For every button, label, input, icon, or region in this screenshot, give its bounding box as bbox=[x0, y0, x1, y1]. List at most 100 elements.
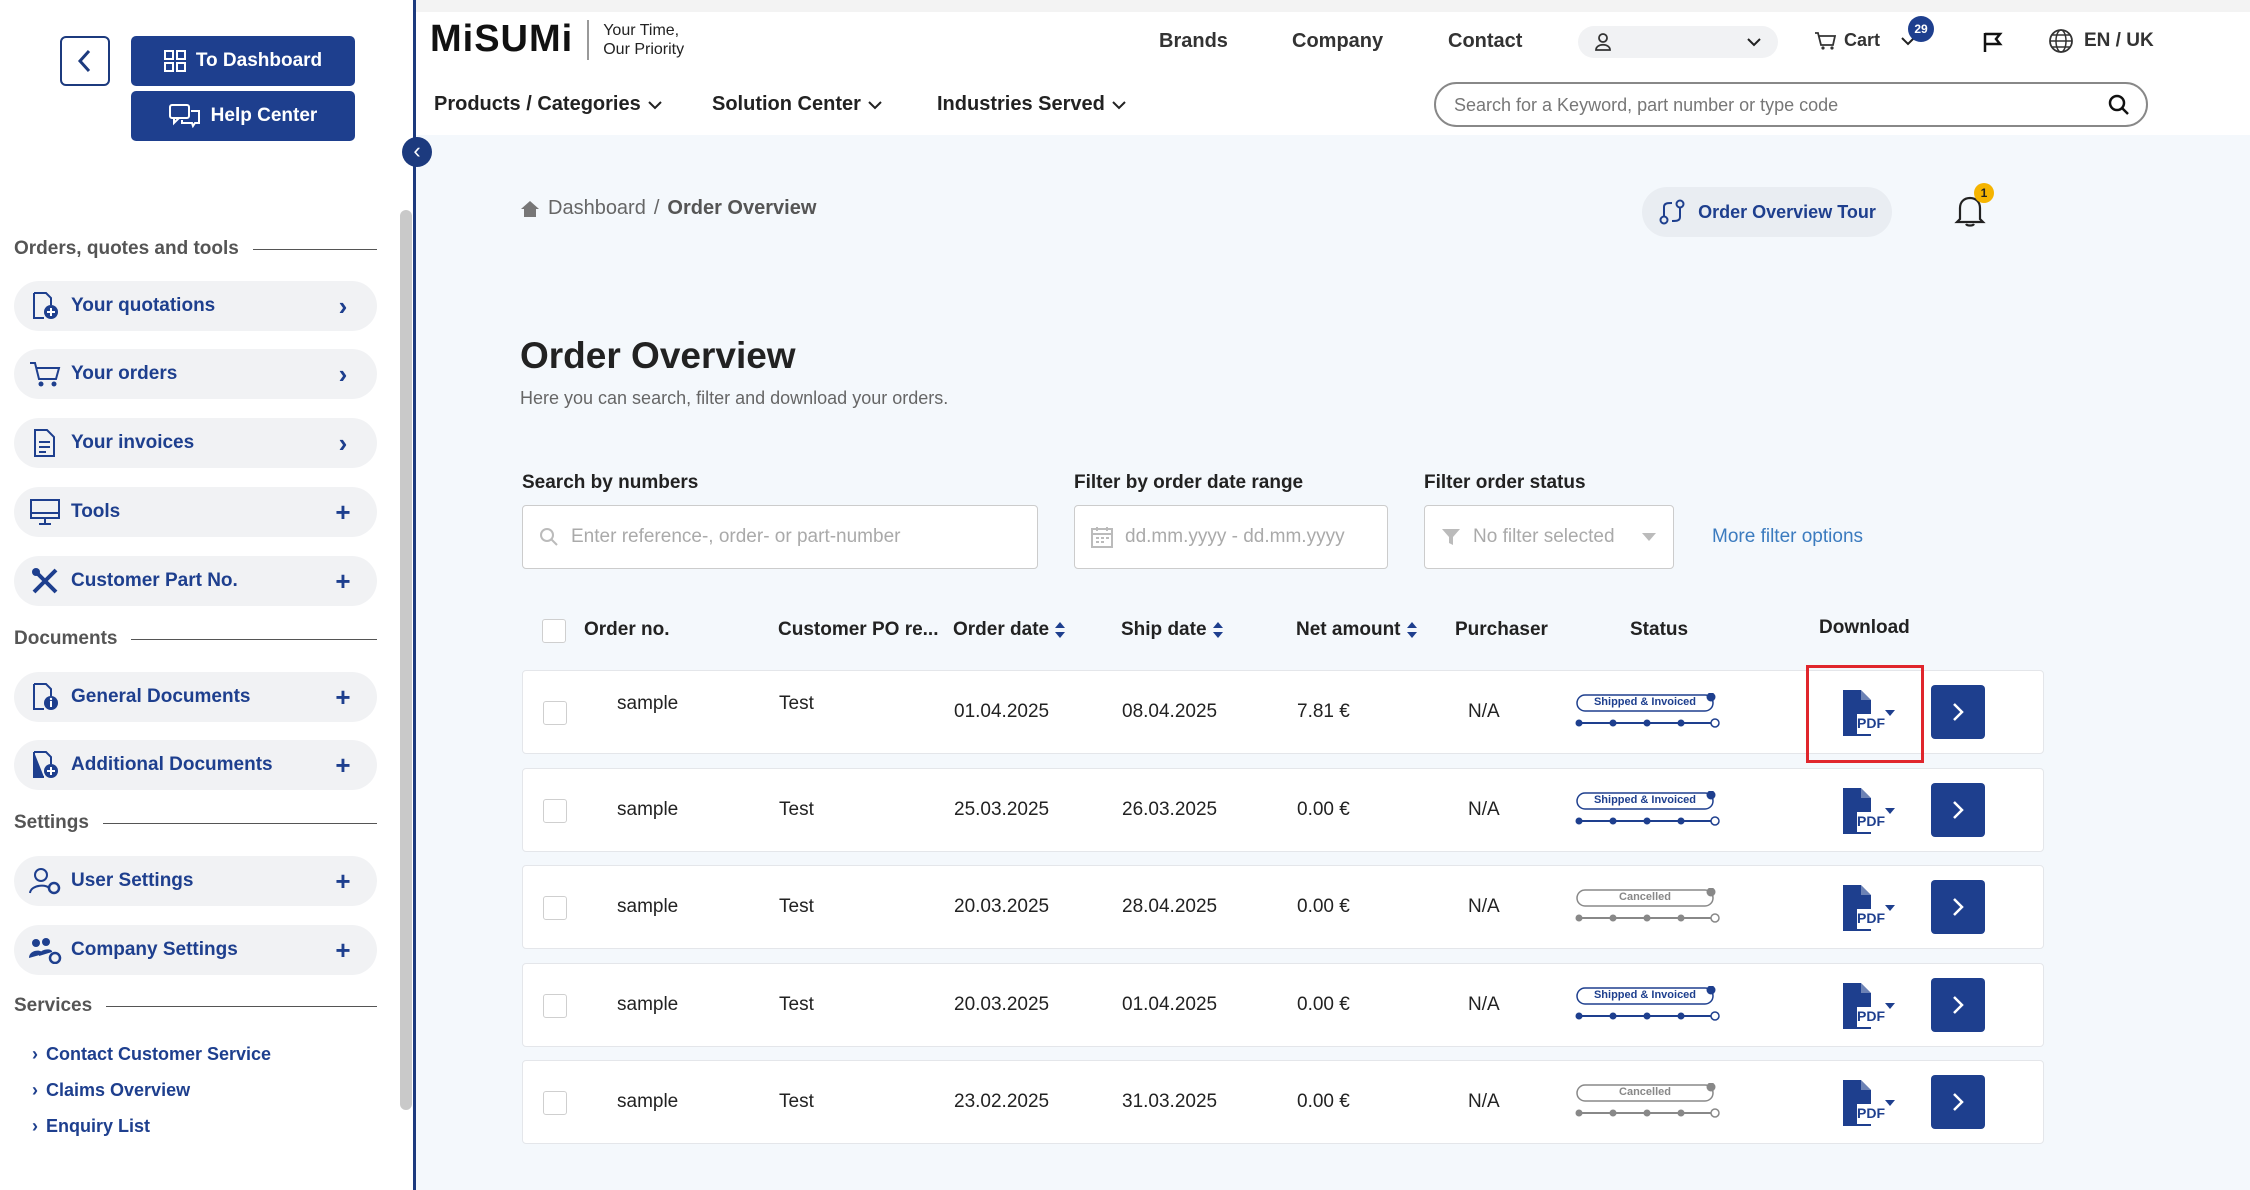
sidebar-item-invoices[interactable]: Your invoices › bbox=[14, 418, 377, 468]
cart-count-badge: 29 bbox=[1908, 16, 1934, 42]
cart-label: Cart bbox=[1844, 30, 1881, 50]
link-contact-customer-service[interactable]: › Contact Customer Service bbox=[32, 1044, 271, 1065]
pdf-label: PDF bbox=[1857, 1008, 1885, 1024]
cell-net-amount: 7.81 € bbox=[1297, 701, 1350, 722]
nav-brands[interactable]: Brands bbox=[1159, 30, 1228, 53]
notifications-button[interactable]: 1 bbox=[1954, 183, 1994, 232]
link-enquiry-list[interactable]: › Enquiry List bbox=[32, 1116, 150, 1137]
sidebar-scrollbar[interactable] bbox=[400, 210, 412, 1110]
status-filter-select[interactable]: No filter selected bbox=[1424, 505, 1674, 569]
back-button[interactable] bbox=[60, 36, 110, 86]
header-strip bbox=[416, 0, 2250, 12]
menu-industries-served[interactable]: Industries Served bbox=[937, 93, 1127, 116]
row-checkbox[interactable] bbox=[543, 799, 567, 823]
chevron-down-icon bbox=[648, 100, 662, 109]
to-dashboard-button[interactable]: To Dashboard bbox=[131, 36, 355, 86]
quotation-doc-icon bbox=[33, 292, 58, 319]
col-status[interactable]: Status bbox=[1630, 619, 1688, 641]
sidebar-item-company-settings[interactable]: Company Settings + bbox=[14, 925, 377, 975]
user-icon bbox=[1595, 33, 1611, 51]
flag-icon[interactable] bbox=[1982, 30, 2004, 54]
row-checkbox[interactable] bbox=[543, 994, 567, 1018]
sidebar-item-user-settings[interactable]: User Settings + bbox=[14, 856, 377, 906]
user-account-dropdown[interactable] bbox=[1578, 26, 1778, 58]
cell-order-no[interactable]: sample bbox=[617, 1091, 678, 1113]
row-checkbox[interactable] bbox=[543, 701, 567, 725]
table-row[interactable]: sample Test 23.02.2025 31.03.2025 0.00 €… bbox=[522, 1060, 2044, 1144]
cell-order-no[interactable]: sample bbox=[617, 994, 678, 1016]
status-indicator[interactable]: Shipped & Invoiced bbox=[1575, 790, 1720, 827]
help-center-button[interactable]: Help Center bbox=[131, 91, 355, 141]
sidebar-item-general-documents[interactable]: General Documents + bbox=[14, 672, 377, 722]
status-indicator[interactable]: Cancelled bbox=[1575, 887, 1720, 924]
pdf-download-button[interactable]: PDF bbox=[1839, 1078, 1899, 1128]
pdf-download-button[interactable]: PDF bbox=[1839, 981, 1899, 1031]
misumi-logo[interactable]: MiSUMi Your Time, Our Priority bbox=[430, 18, 684, 61]
plus-icon: + bbox=[335, 496, 351, 527]
row-checkbox[interactable] bbox=[543, 1091, 567, 1115]
table-row[interactable]: sample Test 20.03.2025 28.04.2025 0.00 €… bbox=[522, 865, 2044, 949]
select-all-checkbox[interactable] bbox=[542, 619, 566, 643]
link-claims-overview[interactable]: › Claims Overview bbox=[32, 1080, 190, 1101]
col-order-no[interactable]: Order no. bbox=[584, 619, 670, 641]
cell-net-amount: 0.00 € bbox=[1297, 896, 1350, 917]
pdf-download-button[interactable]: PDF bbox=[1839, 786, 1899, 836]
order-details-button[interactable] bbox=[1931, 685, 1985, 739]
nav-company[interactable]: Company bbox=[1292, 30, 1383, 53]
col-purchaser[interactable]: Purchaser bbox=[1455, 619, 1548, 641]
cell-net-amount: 0.00 € bbox=[1297, 994, 1350, 1015]
sidebar-item-tools[interactable]: Tools + bbox=[14, 487, 377, 537]
filter-funnel-icon bbox=[1442, 529, 1460, 545]
cell-order-no[interactable]: sample bbox=[617, 896, 678, 918]
more-filter-options-link[interactable]: More filter options bbox=[1712, 526, 1863, 548]
nav-contact[interactable]: Contact bbox=[1448, 30, 1522, 53]
menu-solution-center[interactable]: Solution Center bbox=[712, 93, 883, 116]
order-details-button[interactable] bbox=[1931, 880, 1985, 934]
sort-icon bbox=[1212, 622, 1223, 638]
row-checkbox[interactable] bbox=[543, 896, 567, 920]
menu-products-categories[interactable]: Products / Categories bbox=[434, 93, 663, 116]
order-overview-tour-button[interactable]: Order Overview Tour bbox=[1642, 187, 1892, 237]
chevron-right-icon bbox=[1953, 996, 1964, 1014]
table-row[interactable]: sample Test 20.03.2025 01.04.2025 0.00 €… bbox=[522, 963, 2044, 1047]
home-icon[interactable] bbox=[520, 200, 540, 218]
breadcrumb-dashboard[interactable]: Dashboard bbox=[548, 197, 646, 220]
chevron-left-icon: ‹ bbox=[413, 138, 421, 163]
tagline-line2: Our Priority bbox=[603, 40, 685, 58]
cart-button[interactable]: Cart bbox=[1814, 30, 1916, 51]
status-indicator[interactable]: Cancelled bbox=[1575, 1082, 1720, 1119]
order-details-button[interactable] bbox=[1931, 978, 1985, 1032]
order-details-button[interactable] bbox=[1931, 1075, 1985, 1129]
sort-icon bbox=[1406, 622, 1417, 638]
sidebar-label-customer-part: Customer Part No. bbox=[71, 570, 238, 591]
sidebar-item-quotations[interactable]: Your quotations › bbox=[14, 281, 377, 331]
col-customer-po[interactable]: Customer PO re... bbox=[778, 619, 939, 641]
order-details-button[interactable] bbox=[1931, 783, 1985, 837]
cell-order-no[interactable]: sample bbox=[617, 799, 678, 821]
sidebar-item-customer-part[interactable]: Customer Part No. + bbox=[14, 556, 377, 606]
status-indicator[interactable]: Shipped & Invoiced bbox=[1575, 692, 1720, 729]
pdf-label: PDF bbox=[1857, 910, 1885, 926]
cell-order-no[interactable]: sample bbox=[617, 693, 678, 715]
pdf-label: PDF bbox=[1857, 813, 1885, 829]
date-range-input[interactable]: dd.mm.yyyy - dd.mm.yyyy bbox=[1074, 505, 1388, 569]
highlight-box bbox=[1806, 665, 1924, 763]
pdf-download-button[interactable]: PDF bbox=[1839, 883, 1899, 933]
language-selector[interactable]: EN / UK bbox=[2048, 28, 2154, 54]
search-icon[interactable] bbox=[2108, 94, 2130, 116]
col-order-date[interactable]: Order date bbox=[953, 619, 1066, 641]
status-label: Shipped & Invoiced bbox=[1593, 794, 1697, 806]
col-net-amount[interactable]: Net amount bbox=[1296, 619, 1418, 641]
sidebar-item-additional-documents[interactable]: Additional Documents + bbox=[14, 740, 377, 790]
status-indicator[interactable]: Shipped & Invoiced bbox=[1575, 985, 1720, 1022]
table-row[interactable]: sample Test 25.03.2025 26.03.2025 0.00 €… bbox=[522, 768, 2044, 852]
plus-icon: + bbox=[335, 934, 351, 965]
order-search-input[interactable]: Enter reference-, order- or part-number bbox=[522, 505, 1038, 569]
calendar-icon bbox=[1091, 527, 1113, 548]
sidebar-item-orders[interactable]: Your orders › bbox=[14, 349, 377, 399]
logo-divider bbox=[587, 19, 590, 60]
col-ship-date[interactable]: Ship date bbox=[1121, 619, 1224, 641]
global-search-field[interactable]: Search for a Keyword, part number or typ… bbox=[1434, 82, 2148, 127]
cell-customer-po: Test bbox=[779, 693, 814, 714]
sidebar-collapse-button[interactable]: ‹ bbox=[402, 137, 432, 167]
